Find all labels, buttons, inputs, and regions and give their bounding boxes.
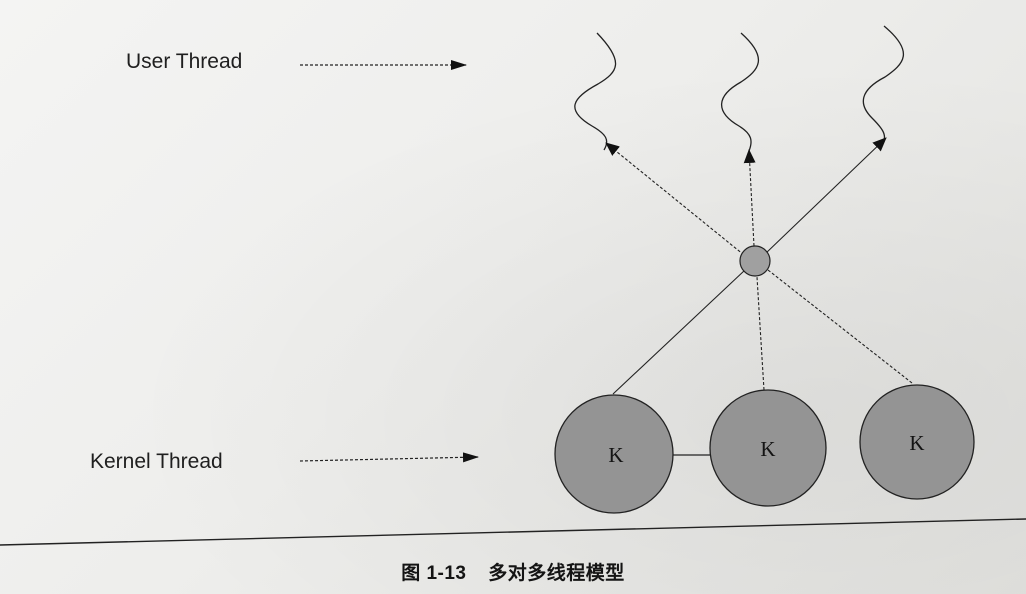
figure-page: User Thread Kernel Thread K K K 图 1-13 多… <box>0 0 1026 594</box>
kernel-thread-label-1: K <box>608 443 623 467</box>
figure-title: 多对多线程模型 <box>488 563 625 584</box>
kernel-1-to-mux-line <box>612 269 746 395</box>
mux-to-user-thread-1-arrow <box>605 142 745 256</box>
kernel-thread-node-2: K <box>709 389 827 507</box>
kernel-2-to-mux-line <box>756 276 765 391</box>
mux-to-user-thread-3-arrow <box>764 137 887 255</box>
mux-to-user-thread-2-arrow <box>743 149 756 247</box>
kernel-thread-node-3: K <box>859 384 975 500</box>
kernel-thread-label-3: K <box>909 431 924 455</box>
many-to-many-diagram: K K K <box>0 25 1026 546</box>
figure-caption: 图 1-13 多对多线程模型 <box>0 558 1026 585</box>
user-thread-3-squiggle <box>862 25 905 141</box>
figure-number: 图 1-13 <box>401 563 467 584</box>
kernel-3-to-mux-line <box>767 269 913 384</box>
caption-divider <box>0 518 1026 546</box>
kernel-thread-pointer-arrow <box>299 452 479 463</box>
user-thread-1-squiggle <box>574 32 617 151</box>
kernel-thread-label-2: K <box>760 437 775 461</box>
kernel-thread-node-1: K <box>554 394 674 514</box>
user-thread-2-squiggle <box>721 32 760 152</box>
multiplexer-node <box>739 245 771 277</box>
